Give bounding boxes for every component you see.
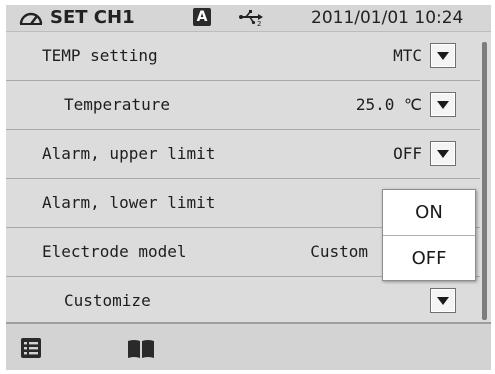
screen-title: SET CH1 xyxy=(50,7,135,28)
option-on[interactable]: ON xyxy=(383,190,475,235)
setting-value: OFF xyxy=(393,144,422,163)
scrollbar[interactable] xyxy=(482,42,487,320)
bottom-toolbar xyxy=(6,322,491,370)
setting-label: Alarm, lower limit xyxy=(42,193,216,212)
meter-icon xyxy=(19,12,43,25)
setting-row-temperature[interactable]: Temperature 25.0 ℃ xyxy=(6,81,480,130)
dropdown-button[interactable] xyxy=(430,92,456,117)
device-screen: SET CH1 A 2 2011/01/01 10:24 TEMP settin… xyxy=(6,5,491,370)
menu-list-icon[interactable] xyxy=(20,337,42,359)
setting-label: Alarm, upper limit xyxy=(42,144,216,163)
on-off-popup: ON OFF xyxy=(382,189,476,281)
svg-text:2: 2 xyxy=(257,20,261,27)
dropdown-button[interactable] xyxy=(430,43,456,68)
auto-mode-badge: A xyxy=(193,8,211,26)
dropdown-button[interactable] xyxy=(430,288,456,313)
chevron-down-icon xyxy=(437,150,449,158)
setting-label: TEMP setting xyxy=(42,46,158,65)
chevron-down-icon xyxy=(437,101,449,109)
setting-value: Custom xyxy=(310,242,368,261)
setting-row-customize[interactable]: Customize xyxy=(6,277,480,326)
setting-label: Temperature xyxy=(64,95,170,114)
setting-row-temp-setting[interactable]: TEMP setting MTC xyxy=(6,32,480,81)
setting-value: 25.0 ℃ xyxy=(355,95,422,114)
chevron-down-icon xyxy=(437,52,449,60)
datetime-display: 2011/01/01 10:24 xyxy=(311,8,464,28)
chevron-down-icon xyxy=(437,297,449,305)
setting-row-alarm-upper[interactable]: Alarm, upper limit OFF xyxy=(6,130,480,179)
status-bar: SET CH1 A 2 2011/01/01 10:24 xyxy=(6,5,491,32)
setting-label: Electrode model xyxy=(42,242,187,261)
setting-value: MTC xyxy=(393,46,422,65)
usb-icon: 2 xyxy=(239,10,263,27)
setting-label: Customize xyxy=(64,291,151,310)
dropdown-button[interactable] xyxy=(430,141,456,166)
settings-list: TEMP setting MTC Temperature 25.0 ℃ Alar… xyxy=(6,32,480,326)
option-off[interactable]: OFF xyxy=(383,235,475,281)
book-icon[interactable] xyxy=(126,339,156,359)
